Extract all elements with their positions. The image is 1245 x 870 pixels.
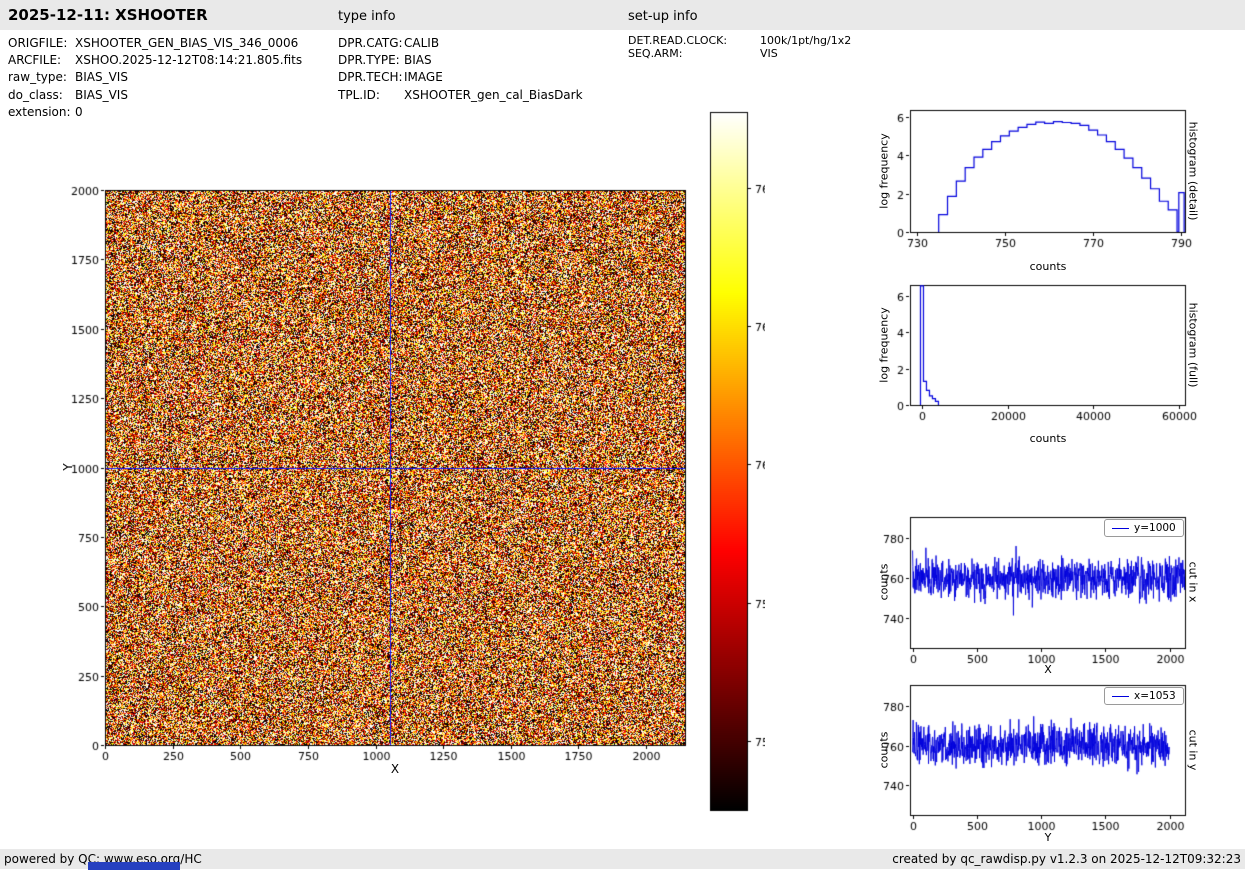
footer-created-by: created by qc_rawdisp.py v1.2.3 on 2025-… (892, 852, 1241, 866)
cut-in-x-legend-label: y=1000 (1134, 522, 1176, 534)
meta-dpr-tech: DPR.TECH: IMAGE (338, 69, 583, 86)
meta-origfile-label: ORIGFILE: (8, 36, 68, 50)
histogram-full-canvas (868, 270, 1200, 456)
page-title: 2025-12-11: XSHOOTER (8, 6, 208, 24)
meta-tpl-id-value: XSHOOTER_gen_cal_BiasDark (404, 87, 583, 102)
meta-read-clock: DET.READ.CLOCK: 100k/1pt/hg/1x2 (628, 34, 852, 48)
cut-in-y-ylabel: counts (877, 731, 891, 769)
cut-in-y-side-label: cut in y (1186, 729, 1200, 771)
meta-extension: extension: 0 (8, 104, 302, 121)
type-info-heading: type info (338, 9, 396, 24)
bottom-blue-bar (88, 862, 180, 870)
meta-origfile-value: XSHOOTER_GEN_BIAS_VIS_346_0006 (75, 36, 299, 50)
meta-seq-arm-label: SEQ.ARM: (628, 46, 683, 60)
file-info-block: ORIGFILE: XSHOOTER_GEN_BIAS_VIS_346_0006… (8, 35, 302, 121)
histogram-detail-canvas (868, 96, 1200, 282)
meta-read-clock-value: 100k/1pt/hg/1x2 (760, 34, 852, 47)
meta-raw-type: raw_type: BIAS_VIS (8, 69, 302, 86)
bias-image-xlabel: X (390, 762, 400, 776)
meta-extension-value: 0 (75, 104, 83, 119)
bias-image-canvas (60, 175, 700, 775)
histogram-full-ylabel: log frequency (877, 307, 891, 383)
cut-in-x-legend: y=1000 (1104, 519, 1184, 537)
meta-dpr-type: DPR.TYPE: BIAS (338, 52, 583, 69)
meta-dpr-tech-label: DPR.TECH: (338, 70, 403, 85)
cut-in-x-side-label: cut in x (1186, 561, 1200, 603)
meta-do-class-value: BIAS_VIS (75, 87, 128, 102)
meta-dpr-type-label: DPR.TYPE: (338, 53, 400, 68)
bias-image-ylabel: Y (61, 463, 75, 471)
meta-read-clock-label: DET.READ.CLOCK: (628, 34, 728, 47)
histogram-full-xlabel: counts (1029, 432, 1067, 445)
meta-do-class: do_class: BIAS_VIS (8, 87, 302, 104)
meta-do-class-label: do_class: (8, 87, 63, 102)
cut-in-y-legend: x=1053 (1104, 687, 1184, 705)
meta-arcfile-value: XSHOO.2025-12-12T08:14:21.805.fits (75, 53, 303, 68)
histogram-detail-side-label: histogram (detail) (1186, 121, 1200, 221)
meta-dpr-catg-label: DPR.CATG: (338, 36, 403, 50)
meta-raw-type-value: BIAS_VIS (75, 70, 128, 85)
cut-in-x-ylabel: counts (877, 563, 891, 601)
meta-seq-arm-value: VIS (760, 46, 778, 60)
legend-line-icon (1112, 695, 1129, 697)
meta-extension-label: extension: (8, 104, 71, 119)
type-info-block: DPR.CATG: CALIB DPR.TYPE: BIAS DPR.TECH:… (338, 35, 583, 104)
meta-arcfile: ARCFILE: XSHOO.2025-12-12T08:14:21.805.f… (8, 52, 302, 69)
legend-line-icon (1112, 527, 1129, 529)
meta-dpr-type-value: BIAS (404, 53, 432, 68)
meta-seq-arm: SEQ.ARM: VIS (628, 46, 851, 61)
header-bar: 2025-12-11: XSHOOTER type info set-up in… (0, 0, 1245, 30)
colorbar-canvas (703, 105, 765, 817)
meta-tpl-id: TPL.ID: XSHOOTER_gen_cal_BiasDark (338, 87, 583, 104)
meta-raw-type-label: raw_type: (8, 70, 67, 85)
cut-in-y-legend-label: x=1053 (1134, 690, 1176, 702)
histogram-full-side-label: histogram (full) (1186, 302, 1200, 388)
cut-in-y-xlabel: Y (1044, 831, 1052, 844)
meta-origfile: ORIGFILE: XSHOOTER_GEN_BIAS_VIS_346_0006 (8, 35, 302, 52)
setup-info-heading: set-up info (628, 9, 698, 24)
meta-dpr-catg: DPR.CATG: CALIB (338, 35, 583, 52)
setup-info-block: DET.READ.CLOCK: 100k/1pt/hg/1x2 SEQ.ARM:… (628, 34, 852, 61)
meta-dpr-catg-value: CALIB (404, 36, 440, 50)
histogram-detail-ylabel: log frequency (877, 133, 891, 209)
footer-bar: powered by QC: www.eso.org/HC created by… (0, 849, 1245, 869)
meta-arcfile-label: ARCFILE: (8, 53, 62, 68)
meta-dpr-tech-value: IMAGE (404, 70, 443, 85)
meta-tpl-id-label: TPL.ID: (338, 87, 380, 102)
